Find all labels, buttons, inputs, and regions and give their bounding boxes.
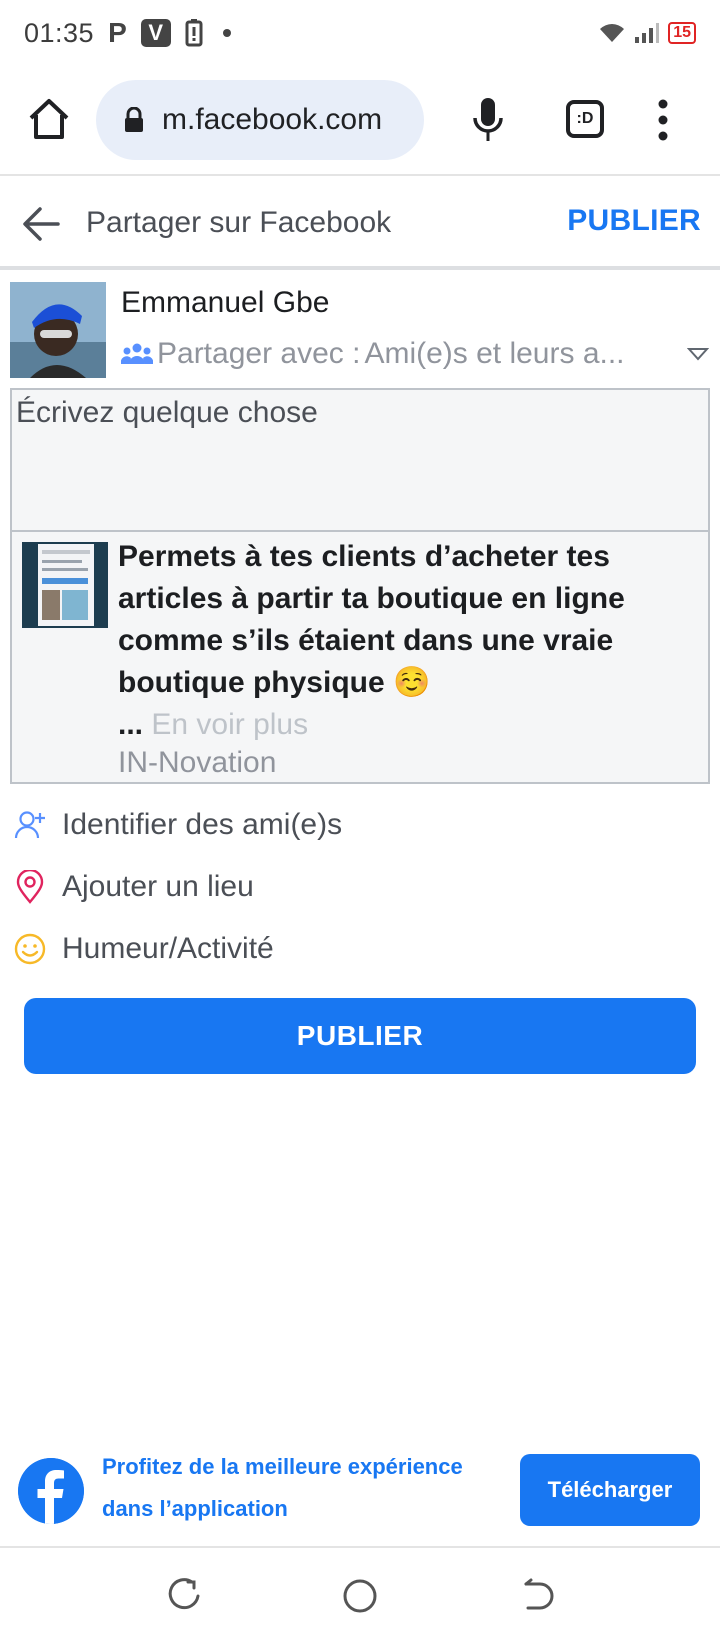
publish-button[interactable]: PUBLIER xyxy=(24,998,696,1074)
download-app-button[interactable]: Télécharger xyxy=(520,1454,700,1526)
location-pin-icon xyxy=(14,870,46,904)
chevron-down-icon xyxy=(687,348,709,361)
lock-icon xyxy=(125,107,143,132)
status-bar: 01:35 P V 15 xyxy=(0,0,720,66)
preview-more-line: ... En voir plus xyxy=(118,704,308,746)
url-text: m.facebook.com xyxy=(162,103,383,136)
post-text-input[interactable]: Écrivez quelque chose xyxy=(10,388,710,532)
avatar xyxy=(10,282,106,378)
tab-switcher-button[interactable]: :D xyxy=(566,100,604,138)
add-location-label: Ajouter un lieu xyxy=(62,870,254,903)
app-promo-banner: Profitez de la meilleure expérience dans… xyxy=(0,1440,720,1548)
share-header: Partager sur Facebook PUBLIER xyxy=(0,178,720,270)
facebook-logo-icon xyxy=(18,1458,84,1524)
back-arrow-icon[interactable] xyxy=(22,206,60,242)
audience-label: Partager avec : xyxy=(157,337,361,370)
tag-friends-label: Identifier des ami(e)s xyxy=(62,808,343,841)
wifi-icon xyxy=(600,24,625,42)
smiley-icon xyxy=(14,932,46,966)
battery-alert-icon xyxy=(185,19,203,47)
preview-source: IN-Novation xyxy=(118,746,277,779)
browser-toolbar: m.facebook.com :D xyxy=(0,66,720,176)
see-more-link[interactable]: En voir plus xyxy=(151,708,308,741)
composer-placeholder: Écrivez quelque chose xyxy=(16,396,318,429)
recent-apps-icon[interactable] xyxy=(166,1578,202,1614)
tag-friends-icon xyxy=(14,808,46,842)
microphone-icon[interactable] xyxy=(470,96,506,144)
signal-icon xyxy=(635,23,660,43)
battery-indicator: 15 xyxy=(668,22,696,44)
status-time: 01:35 xyxy=(24,17,95,48)
audience-selector[interactable]: Partager avec : Ami(e)s et leurs a... xyxy=(121,334,711,374)
shared-link-preview[interactable]: Permets à tes clients d’acheter tes arti… xyxy=(10,532,710,784)
page-title: Partager sur Facebook xyxy=(86,206,392,239)
publish-header-button[interactable]: PUBLIER xyxy=(567,204,701,238)
more-notifications-dot xyxy=(222,29,231,37)
home-icon[interactable] xyxy=(26,96,72,142)
v-app-notification-icon: V xyxy=(140,19,171,47)
feeling-activity-row[interactable]: Humeur/Activité xyxy=(14,924,694,974)
back-nav-icon[interactable] xyxy=(520,1578,556,1614)
preview-text: Permets à tes clients d’acheter tes arti… xyxy=(118,540,625,699)
friends-icon xyxy=(121,343,153,364)
system-navigation-bar xyxy=(0,1550,720,1640)
promo-text: Profitez de la meilleure expérience dans… xyxy=(102,1454,463,1521)
parking-notification-icon: P xyxy=(108,17,127,48)
add-location-row[interactable]: Ajouter un lieu xyxy=(14,862,694,912)
feeling-activity-label: Humeur/Activité xyxy=(62,932,274,965)
home-circle-icon[interactable] xyxy=(342,1578,378,1614)
preview-thumbnail xyxy=(22,542,108,628)
audience-value: Ami(e)s et leurs a... xyxy=(364,337,625,370)
author-name: Emmanuel Gbe xyxy=(121,286,330,319)
preview-ellipsis: ... xyxy=(118,708,144,741)
overflow-menu-icon[interactable] xyxy=(654,96,672,144)
tag-friends-row[interactable]: Identifier des ami(e)s xyxy=(14,800,694,850)
address-bar[interactable]: m.facebook.com xyxy=(96,80,424,160)
